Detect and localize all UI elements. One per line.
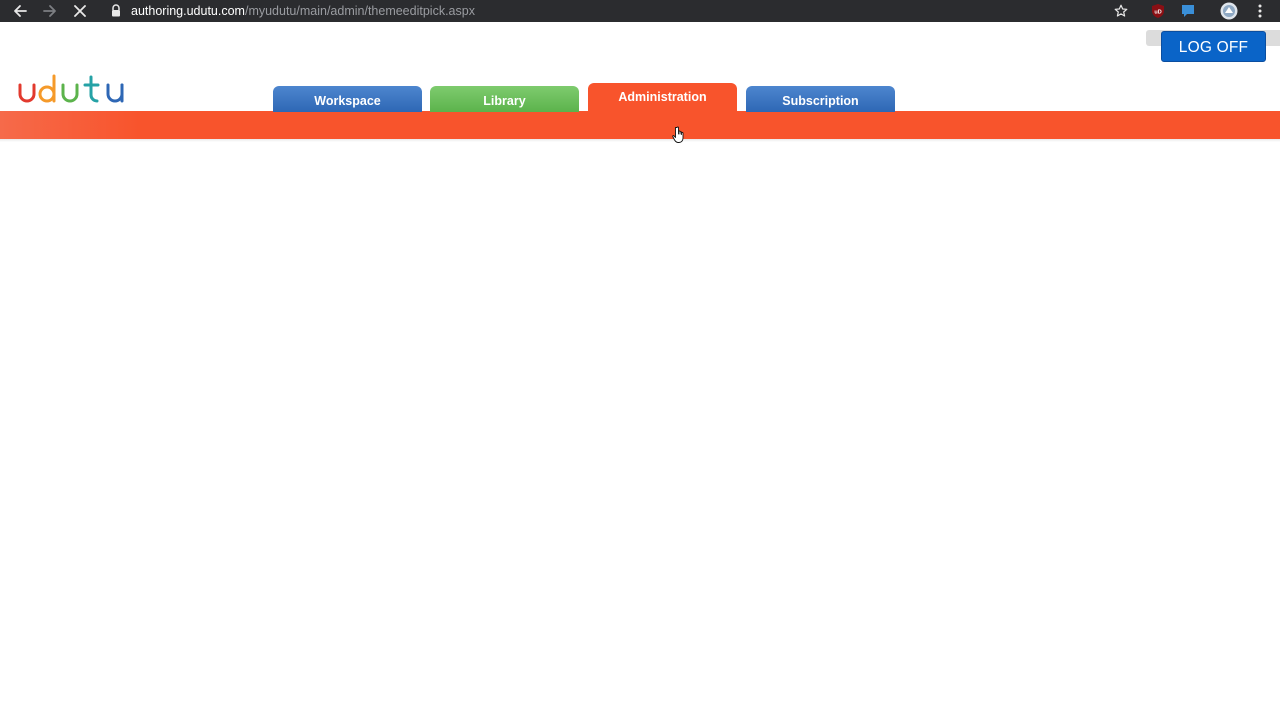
forward-arrow-icon[interactable]: [41, 2, 59, 20]
tab-administration[interactable]: Administration: [588, 83, 737, 113]
profile-avatar-icon[interactable]: [1220, 2, 1238, 20]
lock-icon[interactable]: [110, 4, 122, 18]
tab-subscription[interactable]: Subscription: [746, 86, 895, 112]
back-arrow-icon[interactable]: [11, 2, 29, 20]
extension-ublock-icon[interactable]: uD: [1149, 2, 1167, 20]
nav-band: [0, 111, 1280, 139]
nav-band-shadow: [0, 139, 1280, 142]
url-path: /myudutu/main/admin/themeeditpick.aspx: [244, 4, 475, 18]
address-bar[interactable]: authoring.udutu.com/myudutu/main/admin/t…: [131, 3, 475, 19]
udutu-logo: [18, 74, 124, 103]
menu-kebab-icon[interactable]: [1251, 2, 1269, 20]
tab-library[interactable]: Library: [430, 86, 579, 112]
page-content: LOG OFF Workspace Library Administration…: [0, 22, 1280, 720]
bookmark-star-icon[interactable]: [1112, 2, 1130, 20]
nav-band-highlight: [0, 111, 140, 139]
stop-loading-icon[interactable]: [71, 2, 89, 20]
extension-chat-icon[interactable]: [1179, 2, 1197, 20]
tab-workspace[interactable]: Workspace: [273, 86, 422, 112]
svg-text:uD: uD: [1154, 10, 1161, 16]
url-host: authoring.udutu.com: [131, 4, 245, 18]
hand-cursor-icon: [672, 126, 684, 143]
logoff-button[interactable]: LOG OFF: [1161, 31, 1266, 62]
browser-toolbar: authoring.udutu.com/myudutu/main/admin/t…: [0, 0, 1280, 22]
